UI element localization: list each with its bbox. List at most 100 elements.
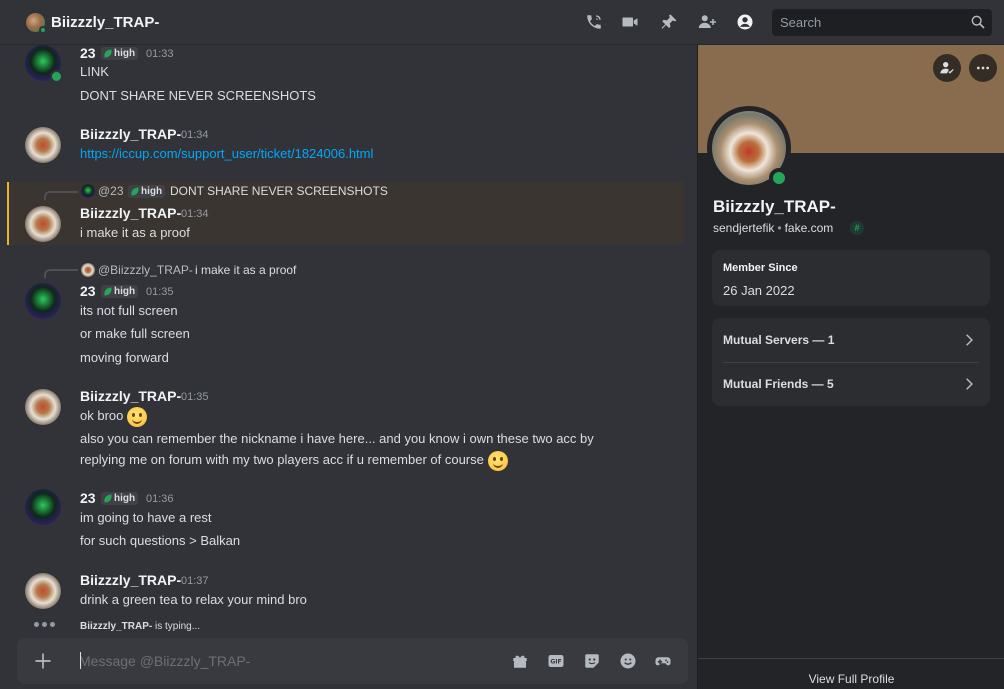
message-text: im going to have a rest (80, 510, 212, 525)
avatar[interactable] (25, 45, 63, 83)
message-text: LINK (80, 64, 109, 79)
message-text: or make full screen (80, 326, 190, 341)
emoji-picker-icon[interactable] (618, 651, 638, 671)
message-text: replying me on forum with my two players… (80, 450, 508, 471)
smile-emoji-icon (487, 450, 508, 471)
more-horizontal-icon (977, 66, 989, 70)
message-text: its not full screen (80, 303, 178, 318)
avatar[interactable] (25, 283, 61, 319)
avatar[interactable] (25, 573, 61, 609)
reply-preview-text[interactable]: i make it as a proof (195, 263, 296, 277)
leaf-icon (103, 287, 113, 296)
message-author[interactable]: 23 (80, 490, 96, 506)
sticker-icon[interactable] (582, 651, 602, 671)
typing-indicator: Biizzzly_TRAP- is typing... (80, 621, 201, 632)
reply-avatar (81, 184, 95, 198)
reply-connector (44, 191, 78, 200)
user-profile-icon[interactable] (735, 12, 755, 32)
reply-connector (44, 269, 78, 278)
user-check-icon (940, 62, 954, 74)
avatar[interactable] (25, 206, 61, 242)
typing-dots-icon (34, 622, 55, 627)
leaf-icon (103, 49, 113, 58)
message-input[interactable] (79, 650, 499, 672)
mutual-friends-label: Mutual Friends — 5 (723, 377, 834, 391)
message-text: ok broo (80, 406, 147, 427)
message-link[interactable]: https://iccup.com/support_user/ticket/18… (80, 144, 373, 164)
user-tag-badge: high (128, 185, 166, 198)
message-timestamp: 01:35 (146, 286, 174, 298)
search-input[interactable] (772, 9, 962, 36)
message-author[interactable]: Biizzzly_TRAP- (80, 126, 181, 142)
message-composer: GIF (17, 638, 688, 684)
text-cursor (80, 652, 81, 669)
message-timestamp: 01:34 (181, 129, 209, 141)
reply-avatar (81, 263, 95, 277)
user-profile-panel: Biizzzly_TRAP- sendjertefik • fake.com # M… (697, 45, 1004, 689)
message-text: i make it as a proof (80, 225, 190, 240)
search-box[interactable] (772, 9, 992, 36)
message-text: drink a green tea to relax your mind bro (80, 592, 307, 607)
message-author[interactable]: 23 (80, 45, 96, 61)
message-text: moving forward (80, 350, 169, 365)
smile-emoji-icon (127, 406, 147, 427)
chat-messages: 23 high 01:33 LINK DONT SHARE NEVER SCRE… (0, 45, 697, 689)
more-options-button[interactable] (969, 54, 997, 82)
view-full-profile-link[interactable]: View Full Profile (698, 672, 1004, 686)
search-icon (971, 15, 985, 29)
reply-preview-text[interactable]: DONT SHARE NEVER SCREENSHOTS (170, 184, 388, 198)
chevron-right-icon (966, 378, 973, 390)
friend-status-button[interactable] (933, 54, 961, 82)
profile-display-name: Biizzzly_TRAP- (713, 197, 836, 216)
app-window: Biizzzly_TRAP- 23 high 01:33 LINK DONT S… (0, 0, 1004, 689)
message-author[interactable]: Biizzzly_TRAP- (80, 205, 181, 221)
hashtag-badge-icon[interactable]: # (850, 221, 864, 235)
mutuals-card: Mutual Servers — 1 Mutual Friends — 5 (712, 318, 990, 406)
message-author[interactable]: Biizzzly_TRAP- (80, 388, 181, 404)
phone-call-icon[interactable] (584, 12, 604, 32)
message-author[interactable]: 23 (80, 283, 96, 299)
member-since-date: 26 Jan 2022 (723, 283, 795, 298)
member-since-card: Member Since 26 Jan 2022 (712, 250, 990, 306)
video-call-icon[interactable] (620, 12, 640, 32)
user-tag-badge: high (101, 47, 139, 60)
message-author[interactable]: Biizzzly_TRAP- (80, 572, 181, 588)
leaf-icon (103, 494, 113, 503)
avatar[interactable] (25, 127, 61, 163)
mutual-servers-label: Mutual Servers — 1 (723, 333, 835, 347)
online-status-dot (769, 168, 789, 188)
gift-icon[interactable] (510, 651, 530, 671)
reply-author[interactable]: @23 (98, 184, 124, 198)
online-status-dot (39, 26, 47, 34)
svg-text:GIF: GIF (550, 659, 561, 666)
profile-footer: View Full Profile (698, 658, 1004, 689)
header-avatar[interactable] (26, 13, 47, 34)
mutual-friends-row[interactable]: Mutual Friends — 5 (712, 362, 990, 406)
activities-gamepad-icon[interactable] (653, 651, 673, 671)
add-friends-icon[interactable] (697, 12, 717, 32)
message-text: DONT SHARE NEVER SCREENSHOTS (80, 88, 316, 103)
user-tag-badge: high (101, 285, 139, 298)
message-timestamp: 01:35 (181, 391, 209, 403)
avatar[interactable] (25, 389, 61, 425)
member-since-label: Member Since (723, 262, 798, 274)
leaf-icon (130, 187, 140, 196)
message-text: for such questions > Balkan (80, 533, 241, 548)
profile-avatar[interactable] (707, 106, 791, 190)
profile-handle: sendjertefik • fake.com (713, 221, 834, 235)
attach-plus-icon[interactable] (33, 651, 53, 671)
header-title[interactable]: Biizzzly_TRAP- (51, 14, 159, 31)
dm-header: Biizzzly_TRAP- (0, 0, 1004, 45)
user-tag-badge: high (101, 492, 139, 505)
message-timestamp: 01:36 (146, 493, 174, 505)
gif-icon[interactable]: GIF (546, 651, 566, 671)
message-text: also you can remember the nickname i hav… (80, 431, 594, 446)
avatar[interactable] (25, 489, 61, 525)
message-timestamp: 01:33 (146, 48, 174, 60)
message-timestamp: 01:37 (181, 575, 209, 587)
pin-icon[interactable] (659, 12, 679, 32)
chevron-right-icon (966, 334, 973, 346)
mutual-servers-row[interactable]: Mutual Servers — 1 (712, 318, 990, 362)
message-timestamp: 01:34 (181, 208, 209, 220)
reply-author[interactable]: @Biizzzly_TRAP- (98, 263, 193, 277)
